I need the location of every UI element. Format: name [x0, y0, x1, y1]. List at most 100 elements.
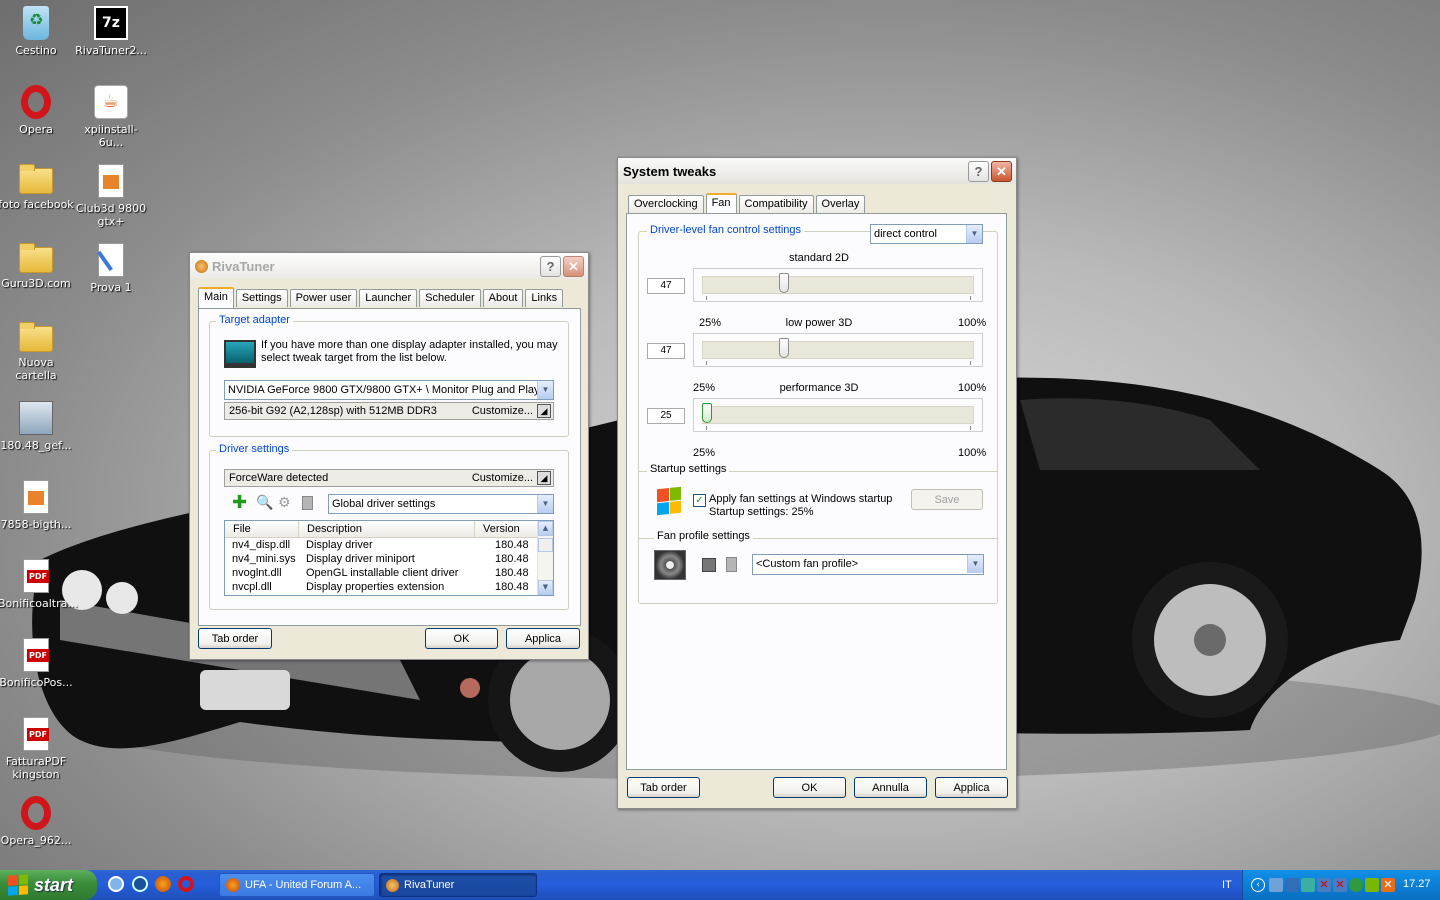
search-icon[interactable]: 🔍 [256, 495, 273, 511]
firefox-quicklaunch-icon[interactable] [155, 876, 171, 892]
paint-file-icon [97, 243, 124, 277]
start-button[interactable]: start [0, 870, 97, 900]
desktop-icon-xpiinstall[interactable]: ☕ xpiinstall-6u... [73, 83, 149, 149]
tweaks-tabs: Overclocking Fan Compatibility Overlay [628, 192, 867, 214]
desktop-icon-fatturapdf[interactable]: PDF FatturaPDF kingston [0, 715, 74, 781]
save-button[interactable]: Save [911, 489, 983, 510]
rivatuner-titlebar[interactable]: RivaTuner ? ✕ [190, 253, 588, 279]
system-tray: ‹ ✕ ✕ ✕ 17.27 [1242, 870, 1440, 900]
table-row[interactable]: nv4_disp.dll Display driver 180.48 [225, 538, 553, 552]
tab-compatibility[interactable]: Compatibility [738, 195, 814, 213]
tab-links[interactable]: Links [525, 289, 564, 307]
tab-launcher[interactable]: Launcher [359, 289, 418, 307]
list-scrollbar[interactable]: ▲ ▼ [537, 521, 553, 595]
tab-settings[interactable]: Settings [235, 289, 288, 307]
desktop-icon-bonificoaltra[interactable]: PDF Bonificoaltra... [0, 557, 78, 610]
nvidia-tray-icon[interactable] [1301, 878, 1315, 892]
fan-speed-value[interactable]: 47 [647, 278, 685, 294]
tab-main[interactable]: Main [198, 287, 234, 308]
apply-button[interactable]: Applica [506, 628, 580, 649]
add-icon[interactable]: ✚ [232, 494, 247, 512]
driver-profile-select[interactable]: Global driver settings ▼ [328, 494, 554, 514]
column-header-version[interactable]: Version [475, 521, 537, 537]
desktop-icon-prova-1[interactable]: Prova 1 [73, 241, 149, 294]
desktop-icon-bonificopos[interactable]: PDF BonificoPos... [0, 636, 74, 689]
language-indicator[interactable]: IT [1222, 879, 1232, 891]
tab-scheduler[interactable]: Scheduler [419, 289, 481, 307]
desktop-icon-opera-962[interactable]: Opera_962... [0, 794, 74, 847]
fan-speed-slider[interactable] [693, 333, 983, 367]
desktop-icon-guru3d[interactable]: Guru3D.com [0, 241, 74, 290]
save-profile-icon[interactable] [702, 558, 716, 572]
desktop-icon-club3d[interactable]: Club3d 9800 gtx+ [73, 162, 149, 228]
tab-order-button[interactable]: Tab order [627, 777, 700, 798]
fan-speed-slider[interactable] [693, 268, 983, 302]
ok-button[interactable]: OK [773, 777, 846, 798]
fan-speed-value[interactable]: 25 [647, 408, 685, 424]
media-player-quicklaunch-icon[interactable] [132, 876, 148, 892]
tab-about[interactable]: About [482, 289, 524, 307]
fan-speed-value[interactable]: 47 [647, 343, 685, 359]
ie-quicklaunch-icon[interactable] [108, 876, 124, 892]
apply-button[interactable]: Applica [935, 777, 1008, 798]
desktop-icon-foto-facebook[interactable]: foto facebook [0, 162, 74, 211]
scroll-down-icon[interactable]: ▼ [538, 580, 553, 595]
slider-thumb[interactable] [778, 273, 789, 293]
desktop-icon-bigth[interactable]: 7858-bigth... [0, 478, 74, 531]
desktop-icon-rivatuner-archive[interactable]: 7z RivaTuner2... [73, 4, 149, 57]
monitor-tray-icon[interactable] [1285, 878, 1299, 892]
slider-thumb[interactable] [702, 403, 712, 423]
delete-profile-icon[interactable] [726, 557, 737, 572]
tab-fan[interactable]: Fan [705, 193, 737, 214]
taskbar-item-ufa[interactable]: UFA - United Forum A... [219, 873, 375, 897]
close-button[interactable]: ✕ [991, 161, 1012, 182]
table-row[interactable]: nvoglnt.dll OpenGL installable client dri… [225, 566, 553, 580]
desktop-icon-driver-installer[interactable]: 180.48_gef... [0, 399, 74, 452]
apply-startup-label[interactable]: Apply fan settings at Windows startup [709, 493, 892, 505]
driver-files-list[interactable]: File Description Version nv4_disp.dll Dis… [224, 520, 554, 596]
slider-tick [970, 426, 971, 430]
desktop-icon-label: Bonificoaltra... [0, 597, 78, 610]
fan-mode-value: direct control [874, 228, 937, 240]
scroll-thumb[interactable] [538, 538, 553, 552]
desktop-icon-recycle-bin[interactable]: ♻ Cestino [0, 4, 74, 57]
driver-customize-button[interactable]: ◢ [537, 471, 551, 485]
delete-icon[interactable] [302, 496, 313, 510]
messenger-tray-icon[interactable] [1349, 878, 1363, 892]
cell-description: Display driver [306, 539, 373, 551]
system-tweaks-titlebar[interactable]: System tweaks ? ✕ [618, 158, 1016, 184]
scroll-up-icon[interactable]: ▲ [538, 521, 553, 536]
fan-profile-select[interactable]: <Custom fan profile> ▼ [752, 554, 984, 575]
cancel-button[interactable]: Annulla [854, 777, 927, 798]
help-button[interactable]: ? [968, 161, 989, 182]
tab-power-user[interactable]: Power user [289, 289, 358, 307]
column-header-description[interactable]: Description [299, 521, 475, 537]
taskbar-item-rivatuner[interactable]: RivaTuner [379, 873, 537, 897]
network-error-tray-icon[interactable]: ✕ [1317, 878, 1331, 892]
tab-overlay[interactable]: Overlay [815, 195, 866, 213]
column-header-file[interactable]: File [225, 521, 299, 537]
tab-order-button[interactable]: Tab order [198, 628, 272, 649]
startup-settings-label: Startup settings [647, 463, 730, 475]
fan-speed-slider[interactable] [693, 398, 983, 432]
apply-startup-checkbox[interactable]: ✓ [693, 494, 706, 507]
slider-thumb[interactable] [778, 338, 789, 358]
ok-button[interactable]: OK [425, 628, 498, 649]
close-button[interactable]: ✕ [563, 256, 584, 277]
table-row[interactable]: nvcpl.dll Display properties extension 180… [225, 580, 553, 594]
fan-mode-select[interactable]: direct control ▼ [870, 224, 983, 244]
chevron-left-icon[interactable]: ‹ [1251, 878, 1265, 892]
network-error-tray-icon[interactable]: ✕ [1333, 878, 1347, 892]
table-row[interactable]: nv4_mini.sys Display driver miniport 180.4… [225, 552, 553, 566]
opera-quicklaunch-icon[interactable] [178, 876, 194, 892]
network-tray-icon[interactable] [1269, 878, 1283, 892]
desktop-icon-nuova-cartella[interactable]: Nuova cartella [0, 320, 74, 382]
desktop-icon-opera[interactable]: Opera [0, 83, 74, 136]
adapter-select[interactable]: NVIDIA GeForce 9800 GTX/9800 GTX+ \ Moni… [224, 380, 554, 400]
nvidia-settings-tray-icon[interactable] [1365, 878, 1379, 892]
gpu-customize-button[interactable]: ◢ [537, 404, 551, 418]
security-tray-icon[interactable]: ✕ [1381, 878, 1395, 892]
help-button[interactable]: ? [540, 256, 561, 277]
settings-icon[interactable]: ⚙ [278, 495, 291, 511]
tab-overclocking[interactable]: Overclocking [628, 195, 704, 213]
